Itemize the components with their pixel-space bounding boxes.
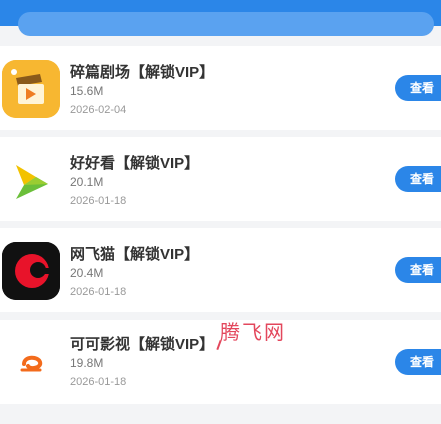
app-size: 19.8M (70, 356, 104, 370)
c-logo-icon (2, 242, 60, 300)
view-button[interactable]: 查看 (395, 349, 441, 375)
app-date: 2026-01-18 (70, 286, 127, 298)
list-item[interactable]: 网飞猫【解锁VIP】 20.4M 2026-01-18 查看 (0, 228, 441, 312)
app-size: 15.6M (70, 84, 104, 98)
app-date: 2026-02-04 (70, 104, 127, 116)
list-item[interactable]: 碎篇剧场【解锁VIP】 15.6M 2026-02-04 查看 (0, 46, 441, 130)
app-size: 20.1M (70, 175, 104, 189)
app-name: 网飞猫【解锁VIP】 (70, 246, 200, 263)
app-name: 碎篇剧场【解锁VIP】 (70, 64, 215, 81)
list-item[interactable]: 好好看【解锁VIP】 20.1M 2026-01-18 查看 (0, 137, 441, 221)
app-list: 碎篇剧场【解锁VIP】 15.6M 2026-02-04 查看 好好看【解锁VI… (0, 44, 441, 424)
play-arrow-icon (2, 151, 60, 209)
orange-swirl-icon (2, 334, 60, 392)
film-clapper-icon (2, 60, 60, 118)
app-size: 20.4M (70, 266, 104, 280)
view-button[interactable]: 查看 (395, 257, 441, 283)
app-date: 2026-01-18 (70, 376, 127, 388)
search-bar[interactable] (18, 12, 434, 36)
app-date: 2026-01-18 (70, 195, 127, 207)
app-name: 可可影视【解锁VIP】 (70, 336, 215, 353)
view-button[interactable]: 查看 (395, 166, 441, 192)
view-button[interactable]: 查看 (395, 75, 441, 101)
app-name: 好好看【解锁VIP】 (70, 155, 200, 172)
watermark-text: 腾飞网 (220, 322, 286, 344)
